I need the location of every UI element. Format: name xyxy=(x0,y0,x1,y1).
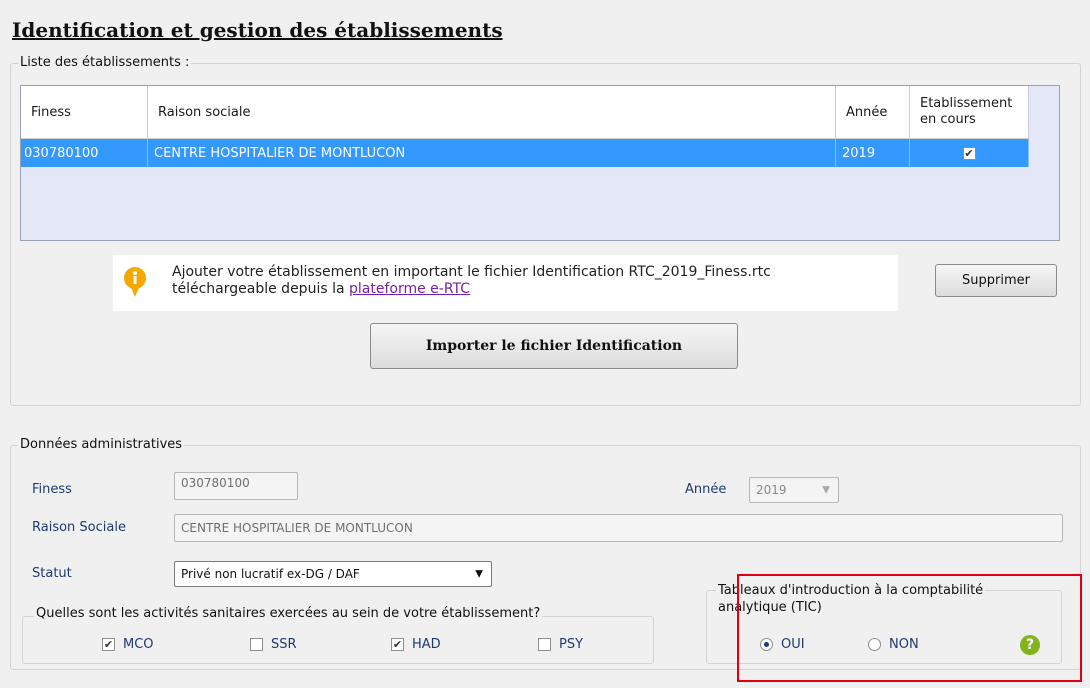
list-group-legend: Liste des établissements : xyxy=(18,55,192,70)
had-checkbox[interactable]: ✔ xyxy=(391,638,404,651)
activity-mco[interactable]: ✔ MCO xyxy=(102,637,154,652)
column-header-annee[interactable]: Année xyxy=(836,86,910,139)
cell-annee: 2019 xyxy=(836,139,910,167)
statut-label: Statut xyxy=(32,566,72,581)
annee-label: Année xyxy=(685,482,727,497)
column-header-finess[interactable]: Finess xyxy=(21,86,148,139)
activities-group-legend: Quelles sont les activités sanitaires ex… xyxy=(34,606,543,621)
finess-field[interactable]: 030780100 xyxy=(174,472,298,500)
establishments-table[interactable]: Finess Raison sociale Année Etablissemen… xyxy=(20,85,1060,241)
cell-raison-sociale: CENTRE HOSPITALIER DE MONTLUCON xyxy=(148,139,836,167)
plateforme-link[interactable]: plateforme e-RTC xyxy=(349,281,470,297)
info-line2-prefix: téléchargeable depuis la xyxy=(172,281,349,297)
ssr-label: SSR xyxy=(271,637,297,652)
table-row[interactable]: 030780100 CENTRE HOSPITALIER DE MONTLUCO… xyxy=(21,139,1029,167)
activity-had[interactable]: ✔ HAD xyxy=(391,637,441,652)
info-line1: Ajouter votre établissement en important… xyxy=(172,264,771,280)
raison-sociale-label: Raison Sociale xyxy=(32,520,126,535)
psy-checkbox[interactable] xyxy=(538,638,551,651)
finess-label: Finess xyxy=(32,482,72,497)
column-header-en-cours-line2: en cours xyxy=(920,112,976,127)
chevron-down-icon: ▼ xyxy=(475,568,483,580)
annee-select[interactable]: 2019 ▼ xyxy=(749,477,839,503)
highlight-box xyxy=(737,574,1082,682)
psy-label: PSY xyxy=(559,637,584,652)
column-header-en-cours[interactable]: Etablissement en cours xyxy=(910,86,1029,139)
cell-finess: 030780100 xyxy=(21,139,148,167)
mco-checkbox[interactable]: ✔ xyxy=(102,638,115,651)
mco-label: MCO xyxy=(123,637,154,652)
page-title: Identification et gestion des établissem… xyxy=(12,18,503,42)
annee-select-value: 2019 xyxy=(756,483,787,497)
info-line2: téléchargeable depuis la plateforme e-RT… xyxy=(172,281,771,298)
had-label: HAD xyxy=(412,637,441,652)
activity-psy[interactable]: PSY xyxy=(538,637,583,652)
statut-select[interactable]: Privé non lucratif ex-DG / DAF ▼ xyxy=(174,561,492,587)
admin-group-legend: Données administratives xyxy=(18,437,185,452)
chevron-down-icon: ▼ xyxy=(822,484,830,496)
en-cours-checkbox[interactable]: ✔ xyxy=(962,146,976,160)
info-text: Ajouter votre établissement en important… xyxy=(172,264,771,298)
info-icon xyxy=(124,267,146,297)
statut-select-value: Privé non lucratif ex-DG / DAF xyxy=(181,567,360,581)
column-header-en-cours-line1: Etablissement xyxy=(920,96,1013,111)
raison-sociale-field[interactable]: CENTRE HOSPITALIER DE MONTLUCON xyxy=(174,514,1063,542)
supprimer-button[interactable]: Supprimer xyxy=(935,264,1057,297)
cell-en-cours: ✔ xyxy=(910,139,1029,167)
column-header-raison-sociale[interactable]: Raison sociale xyxy=(148,86,836,139)
import-identification-button[interactable]: Importer le fichier Identification xyxy=(370,323,738,369)
ssr-checkbox[interactable] xyxy=(250,638,263,651)
activity-ssr[interactable]: SSR xyxy=(250,637,297,652)
